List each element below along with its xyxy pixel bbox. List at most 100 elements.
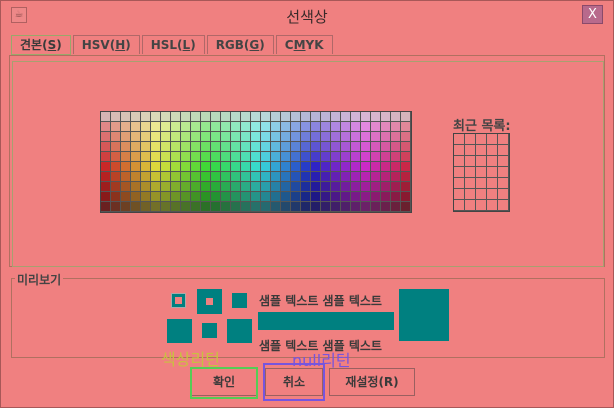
color-swatch[interactable] — [221, 112, 231, 122]
recent-color-cell[interactable] — [465, 200, 476, 211]
color-swatch[interactable] — [301, 152, 311, 162]
tab-rgbg[interactable]: RGB(G) — [206, 35, 274, 54]
recent-color-cell[interactable] — [454, 156, 465, 167]
color-swatch[interactable] — [371, 122, 381, 132]
color-swatch[interactable] — [261, 172, 271, 182]
color-swatch[interactable] — [291, 122, 301, 132]
color-swatch[interactable] — [191, 192, 201, 202]
color-swatch[interactable] — [231, 122, 241, 132]
color-swatch[interactable] — [191, 202, 201, 212]
color-swatch[interactable] — [121, 192, 131, 202]
recent-color-cell[interactable] — [454, 145, 465, 156]
color-swatch[interactable] — [381, 162, 391, 172]
color-swatch[interactable] — [221, 182, 231, 192]
color-swatch[interactable] — [231, 202, 241, 212]
color-swatch[interactable] — [261, 112, 271, 122]
color-swatch[interactable] — [301, 192, 311, 202]
color-swatch[interactable] — [161, 162, 171, 172]
color-swatch[interactable] — [141, 122, 151, 132]
color-swatch[interactable] — [221, 122, 231, 132]
color-swatch[interactable] — [331, 132, 341, 142]
color-swatch[interactable] — [241, 132, 251, 142]
color-swatch[interactable] — [281, 162, 291, 172]
color-swatch[interactable] — [281, 132, 291, 142]
color-swatch[interactable] — [121, 202, 131, 212]
recent-color-cell[interactable] — [465, 189, 476, 200]
color-swatch[interactable] — [351, 192, 361, 202]
color-swatch[interactable] — [281, 172, 291, 182]
color-swatch[interactable] — [121, 152, 131, 162]
color-swatch[interactable] — [171, 172, 181, 182]
color-swatch[interactable] — [401, 182, 411, 192]
color-swatch[interactable] — [151, 202, 161, 212]
color-swatch[interactable] — [231, 182, 241, 192]
recent-color-cell[interactable] — [487, 145, 498, 156]
recent-color-cell[interactable] — [498, 145, 509, 156]
recent-color-cell[interactable] — [465, 167, 476, 178]
color-swatch[interactable] — [181, 132, 191, 142]
color-swatch[interactable] — [171, 122, 181, 132]
recent-color-cell[interactable] — [454, 178, 465, 189]
color-swatch[interactable] — [161, 152, 171, 162]
recent-color-cell[interactable] — [487, 189, 498, 200]
color-swatch[interactable] — [231, 132, 241, 142]
color-swatch[interactable] — [271, 192, 281, 202]
color-swatch[interactable] — [171, 182, 181, 192]
color-swatch[interactable] — [171, 112, 181, 122]
color-swatch[interactable] — [361, 142, 371, 152]
recent-color-cell[interactable] — [454, 167, 465, 178]
color-swatch[interactable] — [311, 112, 321, 122]
recent-color-cell[interactable] — [476, 178, 487, 189]
color-swatch[interactable] — [281, 182, 291, 192]
color-swatch[interactable] — [141, 112, 151, 122]
recent-color-cell[interactable] — [498, 134, 509, 145]
color-swatch[interactable] — [361, 112, 371, 122]
recent-color-cell[interactable] — [498, 156, 509, 167]
color-swatch[interactable] — [381, 122, 391, 132]
color-swatch[interactable] — [211, 182, 221, 192]
color-swatch[interactable] — [401, 202, 411, 212]
color-swatch[interactable] — [391, 162, 401, 172]
color-swatch[interactable] — [261, 152, 271, 162]
color-swatch[interactable] — [121, 142, 131, 152]
color-swatch[interactable] — [121, 162, 131, 172]
color-swatch[interactable] — [381, 192, 391, 202]
color-swatch[interactable] — [161, 182, 171, 192]
color-swatch[interactable] — [121, 132, 131, 142]
recent-color-cell[interactable] — [498, 178, 509, 189]
color-swatch[interactable] — [321, 182, 331, 192]
color-swatch[interactable] — [251, 142, 261, 152]
color-swatch[interactable] — [301, 202, 311, 212]
color-swatch[interactable] — [321, 192, 331, 202]
color-swatch[interactable] — [211, 132, 221, 142]
color-swatch[interactable] — [191, 142, 201, 152]
color-swatch[interactable] — [261, 162, 271, 172]
color-swatch[interactable] — [351, 142, 361, 152]
color-swatch[interactable] — [391, 152, 401, 162]
color-swatch[interactable] — [141, 172, 151, 182]
color-swatch[interactable] — [381, 142, 391, 152]
color-swatch[interactable] — [201, 192, 211, 202]
color-swatch[interactable] — [351, 122, 361, 132]
color-swatch[interactable] — [231, 172, 241, 182]
color-swatch[interactable] — [241, 202, 251, 212]
color-swatch[interactable] — [351, 202, 361, 212]
color-swatch[interactable] — [281, 122, 291, 132]
reset-button[interactable]: 재설정(R) — [329, 368, 415, 396]
color-swatch[interactable] — [181, 162, 191, 172]
color-swatch[interactable] — [101, 192, 111, 202]
color-swatch[interactable] — [341, 112, 351, 122]
color-swatch[interactable] — [371, 132, 381, 142]
color-swatch[interactable] — [171, 192, 181, 202]
color-swatch[interactable] — [311, 182, 321, 192]
color-swatch[interactable] — [171, 152, 181, 162]
color-swatch[interactable] — [361, 182, 371, 192]
color-swatch[interactable] — [311, 172, 321, 182]
color-swatch[interactable] — [191, 152, 201, 162]
color-swatch[interactable] — [351, 152, 361, 162]
recent-color-cell[interactable] — [454, 200, 465, 211]
color-swatch[interactable] — [271, 172, 281, 182]
recent-color-cell[interactable] — [454, 189, 465, 200]
recent-color-cell[interactable] — [476, 134, 487, 145]
color-swatch[interactable] — [381, 132, 391, 142]
